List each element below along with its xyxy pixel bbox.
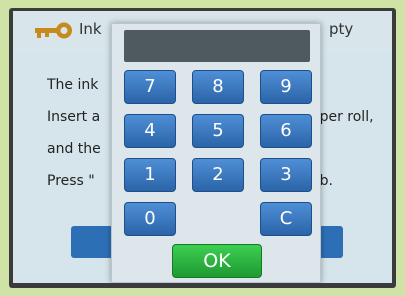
keypad-display [124,30,310,62]
ok-button[interactable]: OK [172,244,262,278]
key-1[interactable]: 1 [124,158,176,192]
key-3[interactable]: 3 [260,158,312,192]
key-clear[interactable]: C [260,202,312,236]
message-line-3-left: and the [47,141,101,157]
printer-screen: Ink pty The ink y. Insert a aper roll, a… [13,11,392,283]
numeric-keypad: 7 8 9 4 5 6 1 2 3 0 C OK [111,23,321,283]
message-line-2-left: Insert a [47,109,101,125]
key-2[interactable]: 2 [192,158,244,192]
key-6[interactable]: 6 [260,114,312,148]
key-4[interactable]: 4 [124,114,176,148]
header-title-right: pty [329,20,354,38]
message-line-1-left: The ink [47,77,99,93]
key-5[interactable]: 5 [192,114,244,148]
key-icon [35,22,72,39]
header-title-left: Ink [79,20,102,38]
key-9[interactable]: 9 [260,70,312,104]
key-7[interactable]: 7 [124,70,176,104]
message-line-4-left: Press " [47,173,95,189]
key-0[interactable]: 0 [124,202,176,236]
background-button-left [71,226,115,258]
key-8[interactable]: 8 [192,70,244,104]
